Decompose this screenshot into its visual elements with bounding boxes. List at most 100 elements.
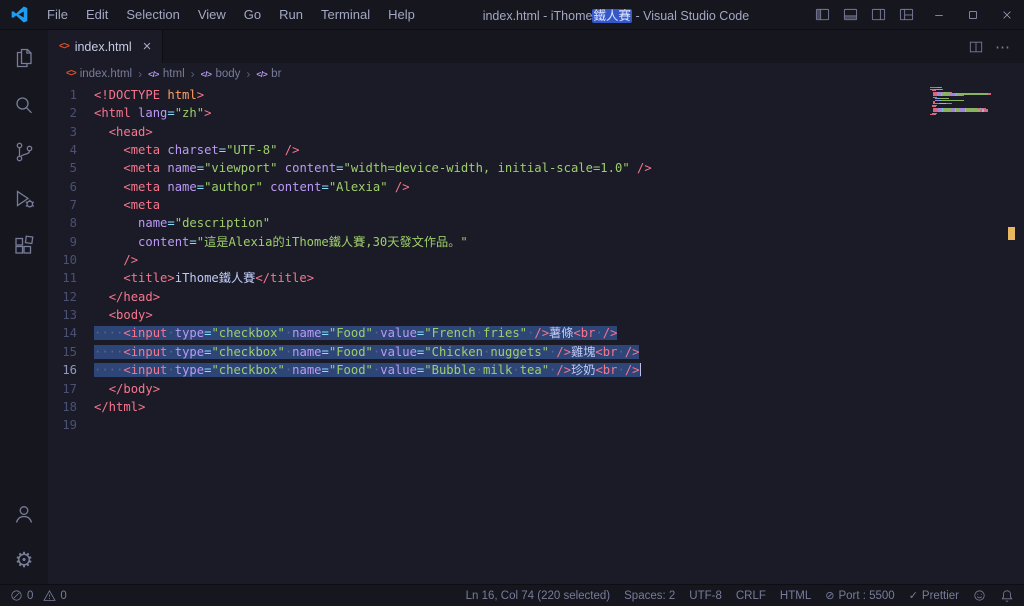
editor[interactable]: 1 <!DOCTYPE html> 2 <html lang="zh"> 3 <head…: [48, 84, 1024, 584]
code-line-19[interactable]: 19: [48, 416, 1024, 434]
toggle-sidebar-right-icon[interactable]: [864, 0, 892, 29]
breadcrumb-html[interactable]: html: [163, 68, 185, 80]
code-line-11[interactable]: 11 <title>iThome鐵人賽</title>: [48, 269, 1024, 287]
tab-actions: ⋯: [969, 30, 1024, 63]
layout-controls: [808, 0, 920, 29]
status-problems[interactable]: 0 0: [10, 589, 73, 602]
code-line-17[interactable]: 17 </body>: [48, 380, 1024, 398]
status-bar: 0 0 Ln 16, Col 74 (220 selected) Spaces: …: [0, 584, 1024, 606]
line-number: 7: [69, 198, 77, 213]
menu-help[interactable]: Help: [379, 0, 424, 29]
status-indentation[interactable]: Spaces: 2: [624, 590, 675, 602]
minimize-icon[interactable]: [922, 0, 956, 29]
error-icon: [10, 589, 23, 602]
line-number: 5: [69, 161, 77, 176]
symbol-tag-icon: </>: [200, 68, 212, 79]
maximize-icon[interactable]: [956, 0, 990, 29]
menu-selection[interactable]: Selection: [117, 0, 188, 29]
line-number: 4: [69, 143, 77, 158]
tab-label: index.html: [74, 39, 132, 54]
code-line-8[interactable]: 8 name="description": [48, 214, 1024, 232]
code-line-16[interactable]: 16 ····<input·type="checkbox"·name="Food"…: [48, 361, 1024, 379]
line-number: 10: [62, 253, 77, 268]
code-line-1[interactable]: 1 <!DOCTYPE html>: [48, 86, 1024, 104]
line-number: 1: [69, 88, 77, 102]
settings-gear-icon[interactable]: ⚙: [0, 537, 48, 584]
tab-index-html[interactable]: <> index.html ×: [48, 30, 164, 63]
tab-close-icon[interactable]: ×: [143, 39, 152, 54]
more-actions-icon[interactable]: ⋯: [995, 38, 1010, 56]
symbol-tag-icon: </>: [256, 68, 268, 79]
split-editor-icon[interactable]: [969, 40, 983, 54]
run-debug-icon[interactable]: [0, 175, 48, 222]
status-eol[interactable]: CRLF: [736, 590, 766, 602]
code-lines: 1 <!DOCTYPE html> 2 <html lang="zh"> 3 <head…: [48, 86, 1024, 435]
code-line-18[interactable]: 18 </html>: [48, 398, 1024, 416]
feedback-smiley-icon[interactable]: [973, 589, 986, 602]
customize-layout-icon[interactable]: [892, 0, 920, 29]
breadcrumb-separator: ›: [190, 66, 195, 81]
line-number: 11: [62, 271, 77, 286]
vscode-window: File Edit Selection View Go Run Terminal Help i…: [0, 0, 1024, 606]
notifications-bell-icon[interactable]: [1000, 589, 1014, 603]
code-line-6[interactable]: 6 <meta name="author" content="Alexia" /…: [48, 178, 1024, 196]
account-icon[interactable]: [0, 490, 48, 537]
code-line-15[interactable]: 15 ····<input·type="checkbox"·name="Food"…: [48, 343, 1024, 361]
line-number: 19: [62, 418, 77, 433]
text-cursor: [639, 363, 641, 377]
explorer-icon[interactable]: [0, 34, 48, 81]
status-encoding[interactable]: UTF-8: [689, 590, 722, 602]
warning-icon: [43, 589, 57, 602]
html-file-icon: <>: [59, 41, 70, 52]
source-control-icon[interactable]: [0, 128, 48, 175]
breadcrumb-file[interactable]: index.html: [80, 68, 132, 80]
line-number: 13: [62, 308, 77, 323]
line-number: 12: [62, 289, 77, 304]
code-line-3[interactable]: 3 <head>: [48, 123, 1024, 141]
html-file-icon: <>: [66, 68, 77, 79]
line-number: 17: [62, 381, 77, 396]
breadcrumb-br[interactable]: br: [271, 68, 281, 80]
status-cursor-position[interactable]: Ln 16, Col 74 (220 selected): [466, 590, 610, 602]
status-prettier[interactable]: ✓ Prettier: [908, 589, 959, 603]
code-line-9[interactable]: 9 content="這是Alexia的iThome鐵人賽,30天發文作品。": [48, 233, 1024, 251]
error-count: 0: [27, 589, 34, 602]
menu-file[interactable]: File: [38, 0, 77, 29]
code-line-14[interactable]: 14 ····<input·type="checkbox"·name="Food"…: [48, 324, 1024, 342]
overview-ruler-marker: [1008, 227, 1015, 240]
breadcrumb: <> index.html › </> html › </> body › </> br: [48, 63, 1024, 84]
extensions-icon[interactable]: [0, 222, 48, 269]
menu-view[interactable]: View: [189, 0, 235, 29]
title-highlight: 鐵人賽: [592, 9, 632, 23]
line-number: 2: [69, 106, 77, 121]
line-number: 6: [69, 179, 77, 194]
menu-go[interactable]: Go: [235, 0, 270, 29]
line-number: 8: [69, 216, 77, 231]
code-line-5[interactable]: 5 <meta name="viewport" content="width=d…: [48, 159, 1024, 177]
status-items: Ln 16, Col 74 (220 selected) Spaces: 2 UTF…: [466, 589, 959, 603]
toggle-sidebar-left-icon[interactable]: [808, 0, 836, 29]
menu-terminal[interactable]: Terminal: [312, 0, 379, 29]
code-line-4[interactable]: 4 <meta charset="UTF-8" />: [48, 141, 1024, 159]
code-line-13[interactable]: 13 <body>: [48, 306, 1024, 324]
code-line-12[interactable]: 12 </head>: [48, 288, 1024, 306]
search-icon[interactable]: [0, 81, 48, 128]
code-line-2[interactable]: 2 <html lang="zh">: [48, 104, 1024, 122]
window-controls: [922, 0, 1024, 29]
breadcrumb-separator: ›: [138, 66, 143, 81]
status-live-server-port[interactable]: ⊘ Port : 5500: [825, 589, 894, 603]
menu-run[interactable]: Run: [270, 0, 312, 29]
minimap[interactable]: [930, 87, 1008, 117]
code-line-7[interactable]: 7 <meta: [48, 196, 1024, 214]
live-server-port-icon: ⊘: [825, 590, 835, 602]
menu-edit[interactable]: Edit: [77, 0, 117, 29]
symbol-tag-icon: </>: [148, 68, 159, 79]
prettier-icon: ✓: [908, 590, 918, 602]
breadcrumb-body[interactable]: body: [215, 68, 240, 80]
window-title: index.html - iThome鐵人賽 - Visual Studio C…: [482, 9, 750, 23]
code-line-10[interactable]: 10 />: [48, 251, 1024, 269]
toggle-panel-icon[interactable]: [836, 0, 864, 29]
line-number: 15: [62, 344, 77, 359]
status-language-mode[interactable]: HTML: [780, 590, 811, 602]
close-icon[interactable]: [990, 0, 1024, 29]
